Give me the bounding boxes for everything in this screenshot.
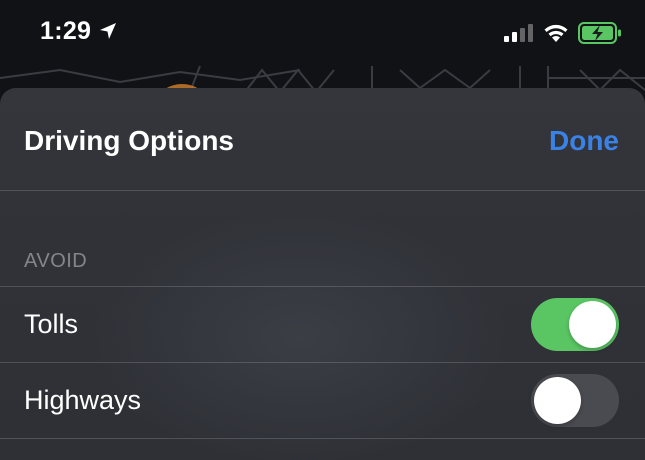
status-time: 1:29 xyxy=(40,17,92,45)
option-row-highways: Highways xyxy=(0,363,645,438)
option-row-tolls: Tolls xyxy=(0,287,645,362)
tolls-toggle[interactable] xyxy=(531,298,619,351)
done-button[interactable]: Done xyxy=(549,125,619,157)
toggle-knob xyxy=(534,377,581,424)
option-label-highways: Highways xyxy=(24,385,142,415)
battery-charging-icon xyxy=(578,22,621,44)
option-label-tolls: Tolls xyxy=(24,309,79,339)
location-arrow-icon xyxy=(100,23,116,39)
section-divider-bottom xyxy=(0,438,645,439)
sheet-title: Driving Options xyxy=(24,125,234,156)
section-header-avoid: AVOID xyxy=(24,250,88,272)
highways-toggle[interactable] xyxy=(531,374,619,427)
signal-icon xyxy=(504,24,533,42)
toggle-knob xyxy=(569,301,616,348)
driving-options-sheet: Driving Options Done AVOID Tolls Highway… xyxy=(0,88,645,460)
wifi-icon xyxy=(544,24,568,42)
header-divider xyxy=(0,190,645,191)
screen: 1:29 Driving Options Done AVOID Tolls Hi… xyxy=(0,0,645,460)
status-bar: 1:29 xyxy=(0,0,645,66)
sheet-header: Driving Options Done xyxy=(0,88,645,190)
